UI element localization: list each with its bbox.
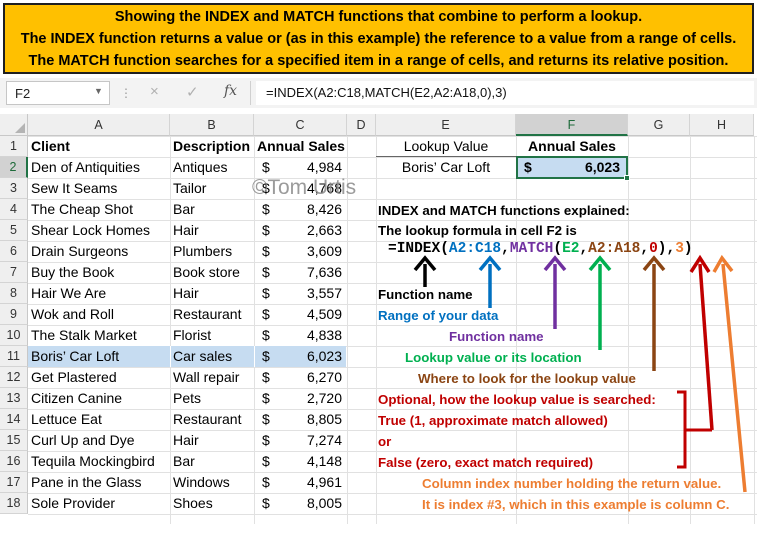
explanation-arrows xyxy=(413,254,747,493)
arrow-function-name xyxy=(413,255,437,287)
arrow-lookup-value xyxy=(588,255,612,350)
arrow-range-of-data xyxy=(478,255,502,308)
arrow-where-to-look xyxy=(642,255,666,371)
arrow-column-index xyxy=(712,254,747,493)
bracket-match-type xyxy=(677,254,714,469)
arrow-match-function xyxy=(543,255,567,329)
